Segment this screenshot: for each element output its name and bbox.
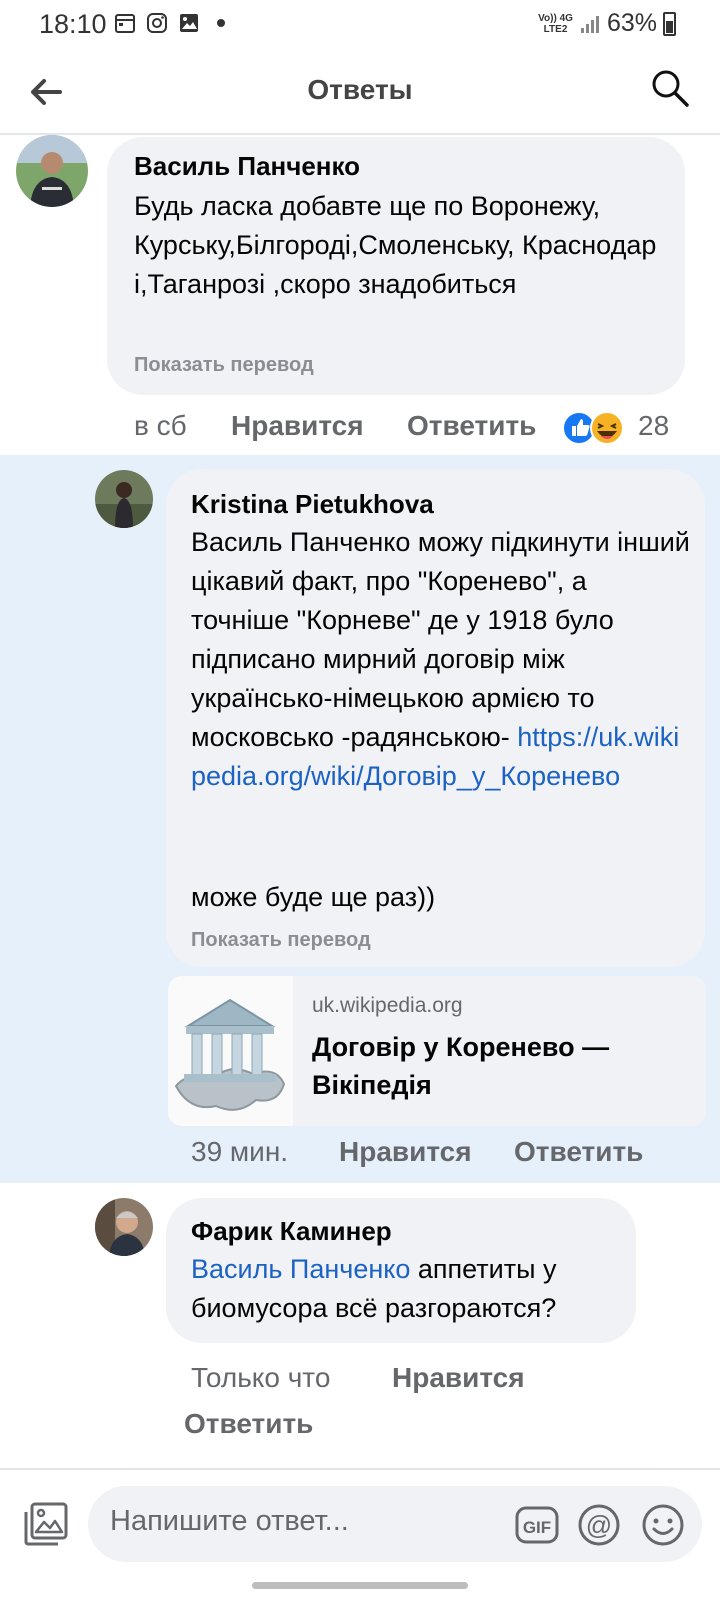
mention-link[interactable]: Василь Панченко	[191, 1254, 410, 1284]
at-label: @	[586, 1510, 612, 1540]
reply-input-placeholder: Напишите ответ...	[110, 1505, 349, 1537]
reply-button[interactable]: Ответить	[184, 1408, 313, 1440]
photo-icon[interactable]	[22, 1500, 70, 1548]
instagram-icon	[147, 13, 167, 33]
comment-timestamp[interactable]: Только что	[191, 1362, 330, 1394]
app-header: Ответы	[0, 50, 720, 135]
home-indicator[interactable]	[252, 1582, 468, 1589]
avatar[interactable]	[95, 1198, 153, 1256]
avatar[interactable]	[16, 135, 88, 207]
network-indicator: Vo)) 4G LTE2	[538, 13, 573, 35]
gif-button[interactable]: GIF	[514, 1502, 560, 1548]
at-sign-icon: @	[578, 1504, 620, 1546]
link-preview-title: Договір у Коренево — Вікіпедія	[312, 1032, 610, 1100]
reply-button[interactable]: Ответить	[407, 410, 536, 442]
emoji-button[interactable]	[640, 1502, 686, 1548]
status-time: 18:10	[39, 9, 107, 39]
haha-icon	[590, 411, 624, 445]
show-translation-link[interactable]: Показать перевод	[134, 354, 314, 377]
battery-icon	[663, 11, 676, 36]
network-sim-label: LTE2	[543, 23, 568, 35]
search-icon[interactable]	[650, 68, 690, 108]
gif-icon: GIF	[515, 1506, 559, 1544]
show-translation-link[interactable]: Показать перевод	[191, 929, 371, 952]
gif-label: GIF	[523, 1518, 551, 1537]
avatar[interactable]	[95, 470, 153, 528]
more-notifications-icon	[217, 19, 225, 27]
comment-text: Василь Панченко аппетиты у биомусора всё…	[191, 1250, 621, 1328]
smiley-icon	[642, 1504, 684, 1546]
like-button[interactable]: Нравится	[392, 1362, 525, 1394]
reactions-icons[interactable]	[562, 409, 628, 447]
network-type-label: Vo)) 4G	[538, 12, 573, 24]
battery-percentage: 63%	[606, 9, 657, 37]
reply-input[interactable]: Напишите ответ... GIF @	[88, 1486, 702, 1562]
status-notification-icons	[113, 11, 225, 35]
reactions-count[interactable]: 28	[638, 410, 669, 442]
link-preview-domain: uk.wikipedia.org	[312, 994, 463, 1017]
status-system-icons: Vo)) 4G LTE2 63%	[538, 9, 676, 38]
comment-text-after: може буде ще раз))	[191, 882, 436, 912]
comment-text: Василь Панченко можу підкинути інший цік…	[191, 523, 691, 796]
reply-composer: Напишите ответ... GIF @	[0, 1468, 720, 1600]
mention-button[interactable]: @	[576, 1502, 622, 1548]
gallery-icon	[180, 14, 198, 32]
status-bar: 18:10 Vo)) 4G LTE2 63%	[0, 0, 720, 50]
link-preview-card[interactable]: uk.wikipedia.org Договір у Коренево — Ві…	[168, 976, 706, 1126]
comment-text: Будь ласка добавте ще по Воронежу, Курсь…	[134, 191, 657, 299]
calendar-icon	[115, 14, 135, 33]
page-title: Ответы	[307, 74, 413, 105]
comment-author[interactable]: Фарик Каминер	[191, 1216, 392, 1247]
like-button[interactable]: Нравится	[231, 410, 364, 442]
signal-icon	[580, 15, 599, 33]
comment-author[interactable]: Василь Панченко	[134, 151, 360, 182]
comment-timestamp[interactable]: 39 мин.	[191, 1136, 288, 1168]
reply-button[interactable]: Ответить	[514, 1136, 643, 1168]
wikipedia-logo-icon	[168, 976, 293, 1126]
comment-text-body: Василь Панченко можу підкинути інший цік…	[191, 527, 690, 752]
comment-timestamp[interactable]: в сб	[134, 410, 187, 442]
like-button[interactable]: Нравится	[339, 1136, 472, 1168]
comment-author[interactable]: Kristina Pietukhova	[191, 489, 434, 520]
